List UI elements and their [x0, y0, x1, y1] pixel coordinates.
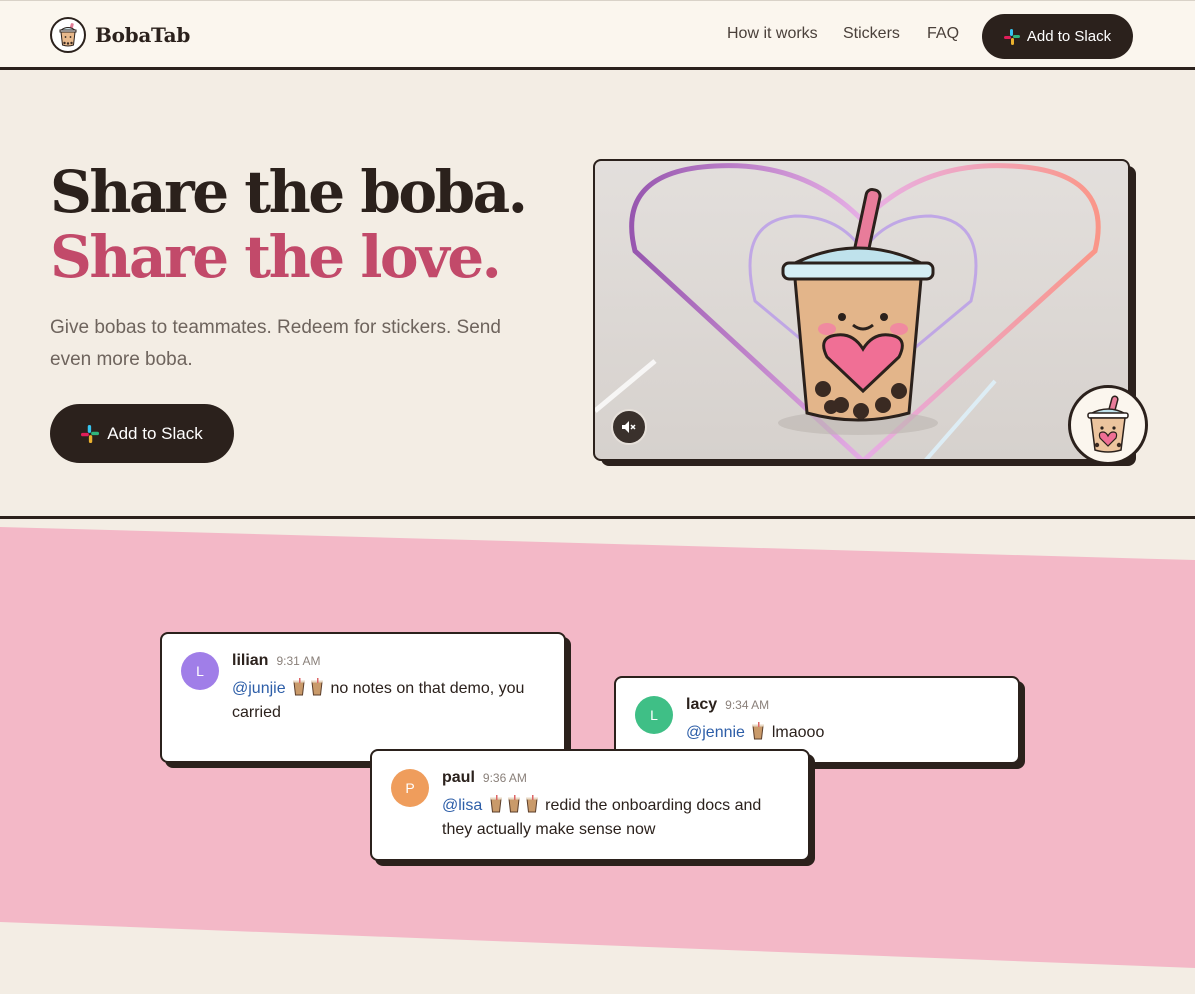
mute-icon: [622, 421, 636, 433]
boba-mascot-illustration: [595, 163, 1101, 459]
section-divider: [0, 516, 1195, 519]
slack-icon: [81, 424, 100, 443]
chat-message-card-lilian: L lilian 9:31 AM @junjie no notes on tha…: [160, 632, 566, 763]
top-navigation-bar: BobaTab How it works Stickers FAQ Add to…: [0, 0, 1195, 70]
avatar: L: [181, 652, 219, 690]
hero-subtitle: Give bobas to teammates. Redeem for stic…: [50, 317, 501, 370]
message-author: paul: [442, 769, 475, 786]
nav-link-faq[interactable]: FAQ: [927, 25, 959, 43]
add-to-slack-nav-label: Add to Slack: [1026, 28, 1112, 45]
nav-link-stickers[interactable]: Stickers: [843, 25, 900, 43]
boba-cup-icon: [311, 678, 324, 696]
brand-logo[interactable]: BobaTab: [50, 17, 190, 53]
slack-icon: [1003, 28, 1020, 45]
avatar: P: [391, 769, 429, 807]
message-timestamp: 9:36 AM: [482, 771, 527, 785]
user-mention[interactable]: @lisa: [442, 797, 482, 814]
message-author: lilian: [232, 652, 269, 669]
chat-message-card-paul: P paul 9:36 AM @lisa redid the onboardin…: [370, 749, 810, 861]
boba-cup-icon: [752, 722, 765, 740]
boba-cup-icon: [507, 795, 520, 813]
user-mention[interactable]: @jennie: [686, 724, 745, 741]
boba-cup-icon: [525, 795, 538, 813]
hero-headline-line-2: Share the love.: [50, 223, 502, 291]
user-mention[interactable]: @junjie: [232, 680, 286, 697]
nav-link-how-it-works[interactable]: How it works: [727, 25, 818, 43]
boba-sticker-badge: [1068, 385, 1148, 465]
message-body: @junjie no notes on that demo, you carri…: [232, 677, 552, 725]
message-body: @jennie lmaooo: [686, 721, 1006, 745]
boba-cup-icon: [1087, 395, 1129, 453]
add-to-slack-hero-button[interactable]: Add to Slack: [50, 404, 234, 463]
mute-toggle-button[interactable]: [611, 409, 647, 445]
add-to-slack-hero-label: Add to Slack: [107, 423, 203, 443]
message-timestamp: 9:31 AM: [276, 654, 321, 668]
boba-cup-icon: [489, 795, 502, 813]
message-author: lacy: [686, 696, 718, 713]
boba-cup-icon: [293, 678, 306, 696]
hero-headline-line-1: Share the boba.: [50, 158, 528, 226]
message-text: lmaooo: [771, 724, 825, 741]
add-to-slack-nav-button[interactable]: Add to Slack: [982, 14, 1133, 59]
hero-video[interactable]: [593, 159, 1130, 461]
boba-logo-icon: [50, 17, 86, 53]
avatar: L: [635, 696, 673, 734]
brand-name: BobaTab: [95, 23, 190, 47]
message-timestamp: 9:34 AM: [725, 698, 770, 712]
message-body: @lisa redid the onboarding docs and they…: [442, 794, 792, 842]
